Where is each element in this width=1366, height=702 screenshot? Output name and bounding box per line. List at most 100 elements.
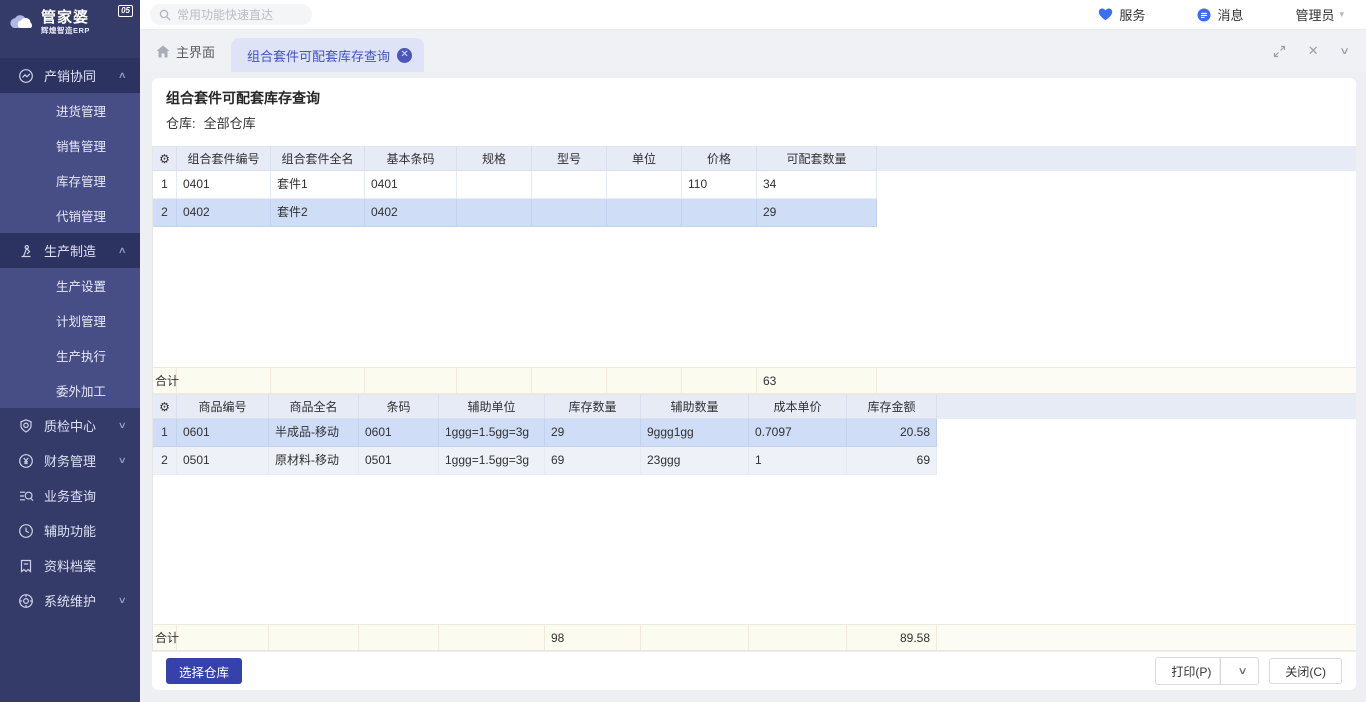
sidebar-item-zhixing[interactable]: 生产执行 bbox=[0, 338, 140, 373]
table-row[interactable]: 1 0401 套件1 0401 110 34 bbox=[153, 171, 1356, 199]
message-label: 消息 bbox=[1217, 5, 1243, 24]
total-cell bbox=[749, 625, 847, 650]
cell: 1ggg=1.5gg=3g bbox=[439, 447, 545, 475]
print-button[interactable]: 打印(P) bbox=[1156, 658, 1226, 684]
col-header[interactable]: 辅助数量 bbox=[641, 394, 749, 419]
sidebar-group-label: 系统维护 bbox=[44, 591, 119, 610]
col-header[interactable]: 条码 bbox=[359, 394, 439, 419]
action-bar: 选择仓库 打印(P) ∨ 关闭(C) bbox=[152, 651, 1356, 690]
sidebar-item-xiaoshou[interactable]: 销售管理 bbox=[0, 128, 140, 163]
column-settings-gear-icon[interactable]: ⚙ bbox=[153, 394, 177, 419]
sidebar-group-xitong[interactable]: 系统维护 ∨ bbox=[0, 583, 140, 618]
sidebar-item-daixiao[interactable]: 代销管理 bbox=[0, 198, 140, 233]
col-header[interactable]: 成本单价 bbox=[749, 394, 847, 419]
sidebar-item-weiwai[interactable]: 委外加工 bbox=[0, 373, 140, 408]
clock-icon bbox=[18, 523, 34, 539]
total-cell bbox=[532, 368, 607, 393]
sidebar-group-caiwu[interactable]: 财务管理 ∨ bbox=[0, 443, 140, 478]
cell bbox=[532, 171, 607, 199]
sidebar-group-zhijian[interactable]: 质检中心 ∨ bbox=[0, 408, 140, 443]
search-input[interactable] bbox=[177, 8, 297, 22]
select-warehouse-button[interactable]: 选择仓库 bbox=[166, 658, 242, 684]
sidebar-item-fuzhu[interactable]: 辅助功能 bbox=[0, 513, 140, 548]
table-row[interactable]: 2 0501 原材料-移动 0501 1ggg=1.5gg=3g 69 23gg… bbox=[153, 447, 1356, 475]
sidebar-item-kucun[interactable]: 库存管理 bbox=[0, 163, 140, 198]
archive-icon bbox=[18, 558, 34, 574]
gear-icon bbox=[18, 593, 34, 609]
close-button[interactable]: 关闭(C) bbox=[1269, 658, 1342, 684]
cell: 69 bbox=[847, 447, 937, 475]
menu-label: 销售管理 bbox=[56, 136, 106, 155]
sidebar-item-ziliao[interactable]: 资料档案 bbox=[0, 548, 140, 583]
total-cell bbox=[177, 368, 271, 393]
cell: 0.7097 bbox=[749, 419, 847, 447]
col-header[interactable]: 商品全名 bbox=[269, 394, 359, 419]
row-number: 1 bbox=[153, 419, 177, 447]
col-header[interactable]: 单位 bbox=[607, 146, 682, 171]
cell: 半成品-移动 bbox=[269, 419, 359, 447]
total-cell bbox=[641, 625, 749, 650]
tab-home-label: 主界面 bbox=[176, 42, 215, 61]
menu-label: 计划管理 bbox=[56, 311, 106, 330]
total-kit-qty: 63 bbox=[757, 368, 877, 393]
sidebar-item-jihua[interactable]: 计划管理 bbox=[0, 303, 140, 338]
col-header[interactable]: 库存金额 bbox=[847, 394, 937, 419]
quick-search-box[interactable] bbox=[150, 4, 312, 25]
sidebar-item-shengchanshezhi[interactable]: 生产设置 bbox=[0, 268, 140, 303]
cell: 29 bbox=[545, 419, 641, 447]
tab-active[interactable]: 组合套件可配套库存查询 ✕ bbox=[231, 38, 424, 72]
collapse-tabs-icon[interactable]: ∨ bbox=[1339, 46, 1350, 57]
sidebar-item-yewuchaxun[interactable]: 业务查询 bbox=[0, 478, 140, 513]
cell bbox=[682, 199, 757, 227]
menu-label: 进货管理 bbox=[56, 101, 106, 120]
tab-active-label: 组合套件可配套库存查询 bbox=[247, 46, 390, 65]
kit-table-header: ⚙ 组合套件编号 组合套件全名 基本条码 规格 型号 单位 价格 可配套数量 bbox=[153, 146, 1356, 171]
content-panel: 组合套件可配套库存查询 仓库: 全部仓库 ⚙ 组合套件编号 组合套件全名 基本条… bbox=[152, 78, 1356, 690]
cell bbox=[607, 199, 682, 227]
col-header[interactable]: 可配套数量 bbox=[757, 146, 877, 171]
col-header[interactable]: 商品编号 bbox=[177, 394, 269, 419]
col-header[interactable]: 型号 bbox=[532, 146, 607, 171]
col-header[interactable]: 组合套件全名 bbox=[271, 146, 365, 171]
sidebar-submenu-shengchan: 生产设置 计划管理 生产执行 委外加工 bbox=[0, 268, 140, 408]
close-icon[interactable]: ✕ bbox=[1308, 43, 1319, 59]
robot-arm-icon bbox=[18, 243, 34, 259]
logo-version-badge: 05 bbox=[118, 5, 133, 17]
sidebar-group-label: 财务管理 bbox=[44, 451, 119, 470]
warehouse-filter: 仓库: 全部仓库 bbox=[166, 114, 1342, 134]
tab-home[interactable]: 主界面 bbox=[140, 30, 231, 72]
caret-down-icon: ▾ bbox=[1339, 9, 1344, 20]
user-menu[interactable]: 管理员 ▾ bbox=[1295, 5, 1344, 24]
col-header[interactable]: 价格 bbox=[682, 146, 757, 171]
component-table: ⚙ 商品编号 商品全名 条码 辅助单位 库存数量 辅助数量 成本单价 库存金额 … bbox=[152, 394, 1356, 651]
service-menu[interactable]: 服务 bbox=[1098, 5, 1145, 24]
column-settings-gear-icon[interactable]: ⚙ bbox=[153, 146, 177, 171]
col-header[interactable]: 规格 bbox=[457, 146, 532, 171]
col-header[interactable]: 组合套件编号 bbox=[177, 146, 271, 171]
total-cell bbox=[439, 625, 545, 650]
cell: 0402 bbox=[365, 199, 457, 227]
tab-bar: 主界面 组合套件可配套库存查询 ✕ ✕ ∨ bbox=[140, 30, 1366, 72]
col-header[interactable]: 库存数量 bbox=[545, 394, 641, 419]
table-row-selected[interactable]: 2 0402 套件2 0402 29 bbox=[153, 199, 1356, 227]
cell: 1 bbox=[749, 447, 847, 475]
total-cell bbox=[177, 625, 269, 650]
trend-circle-icon bbox=[18, 68, 34, 84]
message-menu[interactable]: 消息 bbox=[1197, 5, 1243, 24]
sidebar-item-jinhuo[interactable]: 进货管理 bbox=[0, 93, 140, 128]
print-options-chevron-icon[interactable]: ∨ bbox=[1220, 658, 1259, 684]
cell: 110 bbox=[682, 171, 757, 199]
maximize-icon[interactable] bbox=[1273, 45, 1286, 58]
sidebar-group-chanxiao[interactable]: 产销协同 ∧ bbox=[0, 58, 140, 93]
component-table-header: ⚙ 商品编号 商品全名 条码 辅助单位 库存数量 辅助数量 成本单价 库存金额 bbox=[153, 394, 1356, 419]
sidebar-group-shengchan[interactable]: 生产制造 ∧ bbox=[0, 233, 140, 268]
table-row-selected[interactable]: 1 0601 半成品-移动 0601 1ggg=1.5gg=3g 29 9ggg… bbox=[153, 419, 1356, 447]
cell: 原材料-移动 bbox=[269, 447, 359, 475]
col-header[interactable]: 辅助单位 bbox=[439, 394, 545, 419]
menu-label: 资料档案 bbox=[44, 556, 140, 575]
total-cell bbox=[271, 368, 365, 393]
col-header[interactable]: 基本条码 bbox=[365, 146, 457, 171]
cell bbox=[607, 171, 682, 199]
sidebar-group-label: 质检中心 bbox=[44, 416, 119, 435]
tab-close-icon[interactable]: ✕ bbox=[397, 48, 412, 63]
